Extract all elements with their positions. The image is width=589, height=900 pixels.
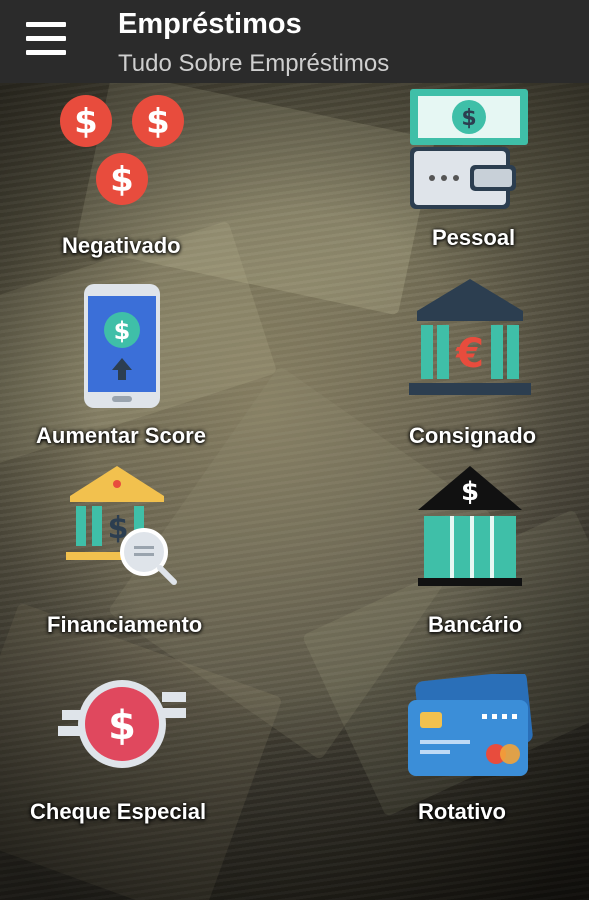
menu-item-label: Cheque Especial [30,799,207,824]
menu-item-pessoal[interactable]: $ Pessoal [390,85,560,255]
svg-text:€: € [455,331,484,377]
svg-text:$: $ [74,102,98,142]
bank-dollar-icon: $ [418,466,522,586]
svg-text:$: $ [461,477,479,507]
svg-text:$: $ [146,102,170,142]
dollar-coins-icon: $ $ $ [60,95,184,205]
app-subtitle: Tudo Sobre Empréstimos [118,50,390,77]
menu-item-financiamento[interactable]: $ Financiamento [40,460,240,640]
hamburger-menu-icon[interactable] [26,22,66,56]
menu-item-label: Bancário [428,612,523,637]
app-bar: Empréstimos Tudo Sobre Empréstimos [0,0,589,83]
svg-text:$: $ [461,106,476,131]
bank-euro-icon: € [409,279,531,395]
menu-item-negativado[interactable]: $ $ $ Negativado [30,85,230,265]
wallet-banknote-icon: $ [410,89,528,209]
menu-item-label: Consignado [409,423,537,448]
bank-magnifier-icon: $ [66,466,177,585]
menu-item-label: Aumentar Score [36,423,206,448]
menu-item-bancario[interactable]: $ Bancário [400,462,560,642]
menu-item-consignado[interactable]: € Consignado [395,275,565,455]
svg-text:$: $ [110,160,134,200]
menu-item-label: Pessoal [432,225,516,250]
dollar-badge-icon: $ [58,680,186,768]
menu-item-rotativo[interactable]: Rotativo [400,672,560,837]
menu-item-aumentar-score[interactable]: $ Aumentar Score [30,280,230,455]
app-title: Empréstimos [118,8,302,40]
smartphone-dollar-icon: $ [84,284,160,408]
credit-card-icon [408,674,533,776]
menu-item-label: Negativado [62,233,181,258]
menu-item-label: Rotativo [418,799,506,824]
svg-text:$: $ [108,703,136,749]
menu-item-label: Financiamento [47,612,203,637]
svg-text:$: $ [114,317,131,345]
menu-item-cheque-especial[interactable]: $ Cheque Especial [28,672,238,837]
